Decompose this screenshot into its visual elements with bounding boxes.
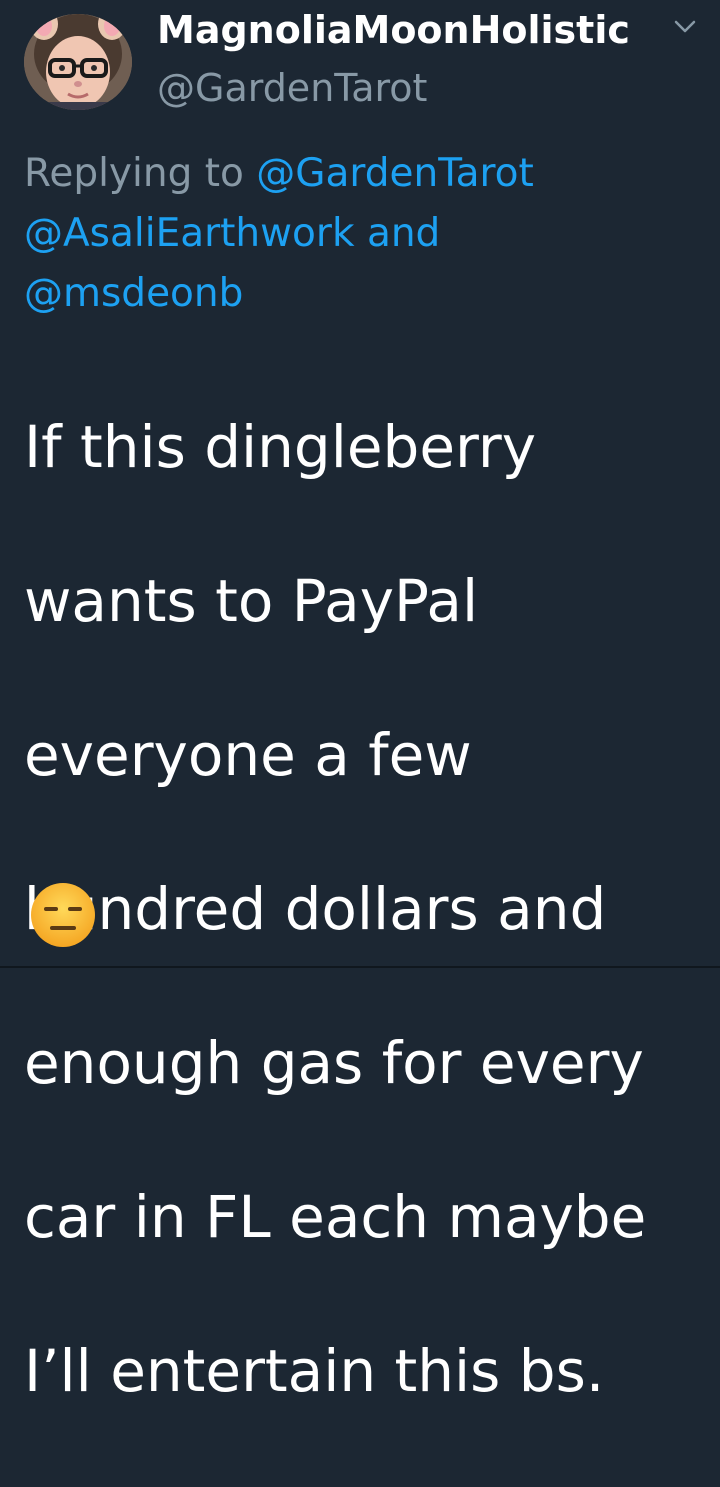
avatar[interactable] [24, 14, 132, 110]
chevron-down-icon[interactable] [670, 14, 700, 38]
display-name[interactable]: MagnoliaMoonHolistic [157, 8, 630, 52]
tweet-body-line: enough gas for every [24, 1029, 644, 1097]
replying-to-label: Replying to [24, 151, 244, 196]
tweet-body-line: If this dingleberry [24, 413, 537, 481]
tweet-body-line: wants to PayPal [24, 567, 479, 635]
replying-to: Replying to @GardenTarot @AsaliEarthwork… [24, 144, 704, 324]
tweet-body-line: car in FL each maybe [24, 1183, 647, 1251]
tweet-body-line: everyone a few [24, 721, 472, 789]
mention-link[interactable]: @msdeonb [24, 271, 243, 316]
expressionless-face-emoji [28, 880, 98, 950]
divider [0, 966, 720, 968]
tweet-body-line: I’ll entertain this bs. [24, 1337, 605, 1405]
mention-link[interactable]: @GardenTarot [256, 151, 534, 196]
tweet-body-line: hundred dollars and [24, 875, 607, 943]
mention-link[interactable]: @AsaliEarthwork [24, 211, 355, 256]
tweet-card: MagnoliaMoonHolistic @GardenTarot Replyi… [0, 0, 720, 1405]
replying-to-conjunction[interactable]: and [367, 211, 440, 256]
user-handle[interactable]: @GardenTarot [157, 66, 427, 110]
tweet-body: If this dingleberry wants to PayPal ever… [24, 332, 704, 1487]
avatar-image [24, 14, 132, 110]
